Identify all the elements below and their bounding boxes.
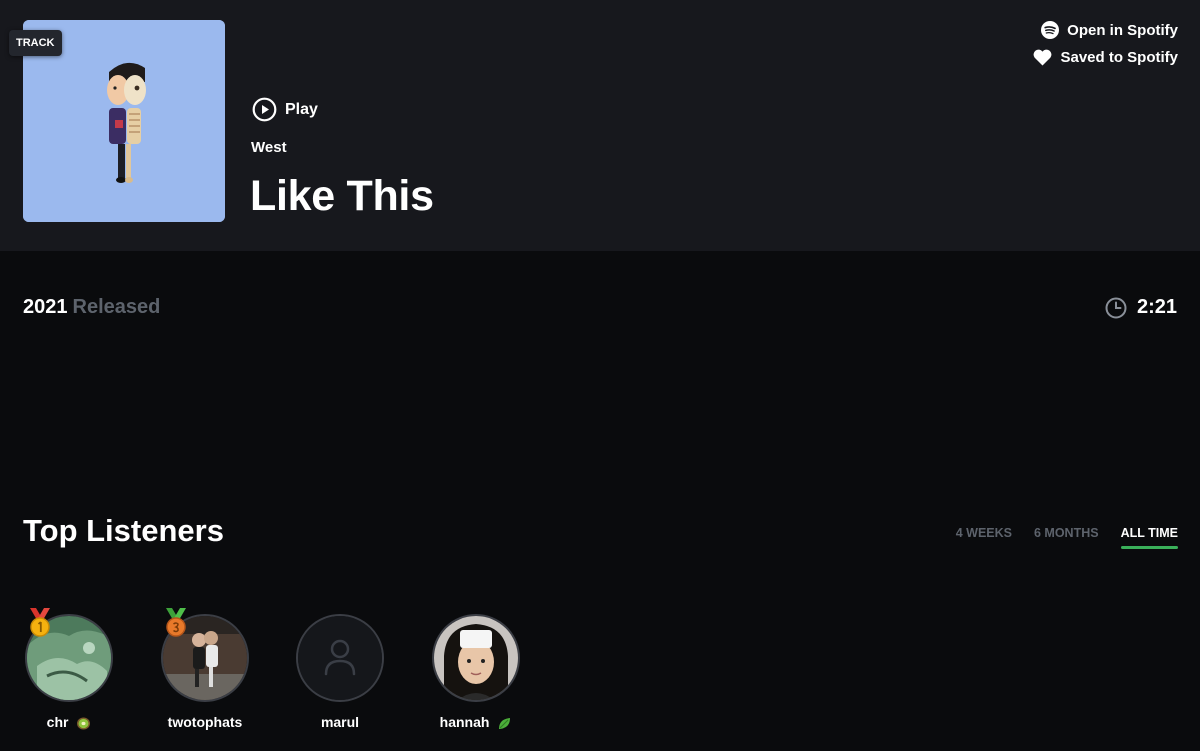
bronze-medal-icon bbox=[166, 608, 186, 637]
listener-item[interactable]: chr bbox=[0, 608, 139, 731]
top-listeners-title: Top Listeners bbox=[23, 513, 224, 548]
heart-icon bbox=[1034, 49, 1052, 66]
track-title: Like This bbox=[250, 172, 434, 220]
spotify-icon bbox=[1041, 21, 1060, 39]
gold-medal-icon bbox=[30, 608, 50, 637]
listener-item[interactable]: twotophats bbox=[135, 608, 275, 730]
tab-4-weeks[interactable]: 4 WEEKS bbox=[956, 526, 1012, 548]
release-year: 2021 bbox=[23, 296, 68, 318]
play-circle-icon bbox=[252, 97, 277, 122]
kiwi-icon bbox=[77, 717, 91, 730]
track-header: TRACK Play West Like This Open in Spotif… bbox=[0, 0, 1200, 251]
avatar-image bbox=[434, 616, 518, 700]
listener-name-text: marul bbox=[320, 714, 360, 730]
saved-to-spotify-label: Saved to Spotify bbox=[1060, 49, 1178, 66]
listener-name: chr bbox=[0, 714, 139, 731]
clock-icon bbox=[1105, 297, 1127, 318]
listener-name: marul bbox=[270, 714, 410, 730]
saved-to-spotify-button[interactable]: Saved to Spotify bbox=[1033, 49, 1178, 66]
listener-name-text: twotophats bbox=[167, 714, 243, 730]
duration-value: 2:21 bbox=[1136, 296, 1177, 318]
artist-name[interactable]: West bbox=[251, 139, 287, 156]
play-button[interactable]: Play bbox=[252, 97, 318, 122]
listener-name-text: chr bbox=[46, 714, 69, 730]
tab-6-months[interactable]: 6 MONTHS bbox=[1034, 526, 1099, 548]
listener-name: twotophats bbox=[135, 714, 275, 730]
track-type-badge: TRACK bbox=[9, 30, 62, 56]
listener-item[interactable]: marul bbox=[270, 614, 410, 730]
listener-name: hannah bbox=[406, 714, 546, 731]
open-in-spotify-link[interactable]: Open in Spotify bbox=[1041, 21, 1178, 39]
play-label: Play bbox=[285, 100, 318, 118]
listener-item[interactable]: hannah bbox=[406, 614, 546, 731]
leaf-icon bbox=[499, 717, 511, 729]
track-duration: 2:21 bbox=[1105, 296, 1177, 319]
avatar bbox=[432, 614, 520, 702]
tab-all-time[interactable]: ALL TIME bbox=[1120, 526, 1179, 549]
default-user-icon bbox=[298, 616, 382, 700]
open-in-spotify-label: Open in Spotify bbox=[1067, 21, 1178, 39]
time-range-tabs: 4 WEEKS 6 MONTHS ALL TIME bbox=[956, 526, 1179, 549]
avatar bbox=[296, 614, 384, 702]
release-info: 2021 Released bbox=[23, 296, 160, 319]
release-label: Released bbox=[72, 296, 161, 318]
listener-name-text: hannah bbox=[439, 714, 490, 730]
